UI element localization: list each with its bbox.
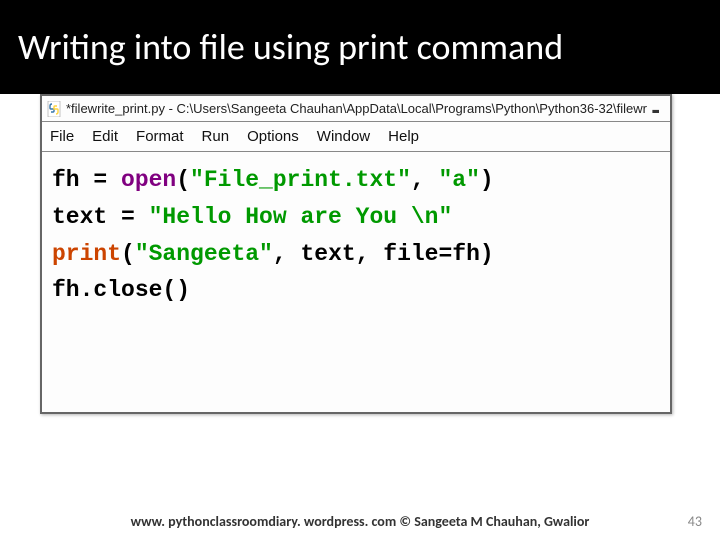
code-line-3: print("Sangeeta", text, file=fh): [52, 236, 660, 273]
slide-footer: www. pythonclassroomdiary. wordpress. co…: [0, 513, 720, 530]
code-area[interactable]: fh = open("File_print.txt", "a") text = …: [42, 152, 670, 319]
string-literal: "File_print.txt": [190, 167, 411, 193]
string-literal: "a": [439, 167, 480, 193]
idle-editor-window: *filewrite_print.py - C:\Users\Sangeeta …: [40, 94, 672, 414]
footer-text: www. pythonclassroomdiary. wordpress. co…: [0, 513, 720, 530]
builtin-open: open: [121, 167, 176, 193]
code-line-1: fh = open("File_print.txt", "a"): [52, 162, 660, 199]
code-line-4: fh.close(): [52, 272, 660, 309]
menu-edit[interactable]: Edit: [92, 128, 118, 145]
window-title-text: *filewrite_print.py - C:\Users\Sangeeta …: [66, 101, 647, 116]
menu-file[interactable]: File: [50, 128, 74, 145]
code-line-2: text = "Hello How are You \n": [52, 199, 660, 236]
menu-format[interactable]: Format: [136, 128, 184, 145]
string-literal: "Sangeeta": [135, 241, 273, 267]
window-titlebar: *filewrite_print.py - C:\Users\Sangeeta …: [42, 96, 670, 122]
menu-run[interactable]: Run: [202, 128, 230, 145]
string-literal: "Hello How are You \n": [149, 204, 453, 230]
menu-window[interactable]: Window: [317, 128, 370, 145]
builtin-print: print: [52, 241, 121, 267]
page-number: 43: [688, 513, 702, 530]
python-file-icon: [46, 101, 62, 117]
menu-bar: File Edit Format Run Options Window Help: [42, 122, 670, 152]
slide-title-bar: Writing into file using print command: [0, 0, 720, 94]
slide-title: Writing into file using print command: [18, 25, 563, 69]
menu-help[interactable]: Help: [388, 128, 419, 145]
slide-content: *filewrite_print.py - C:\Users\Sangeeta …: [40, 94, 672, 414]
minimize-button[interactable]: -: [651, 104, 666, 114]
menu-options[interactable]: Options: [247, 128, 299, 145]
slide: Writing into file using print command *f…: [0, 0, 720, 540]
